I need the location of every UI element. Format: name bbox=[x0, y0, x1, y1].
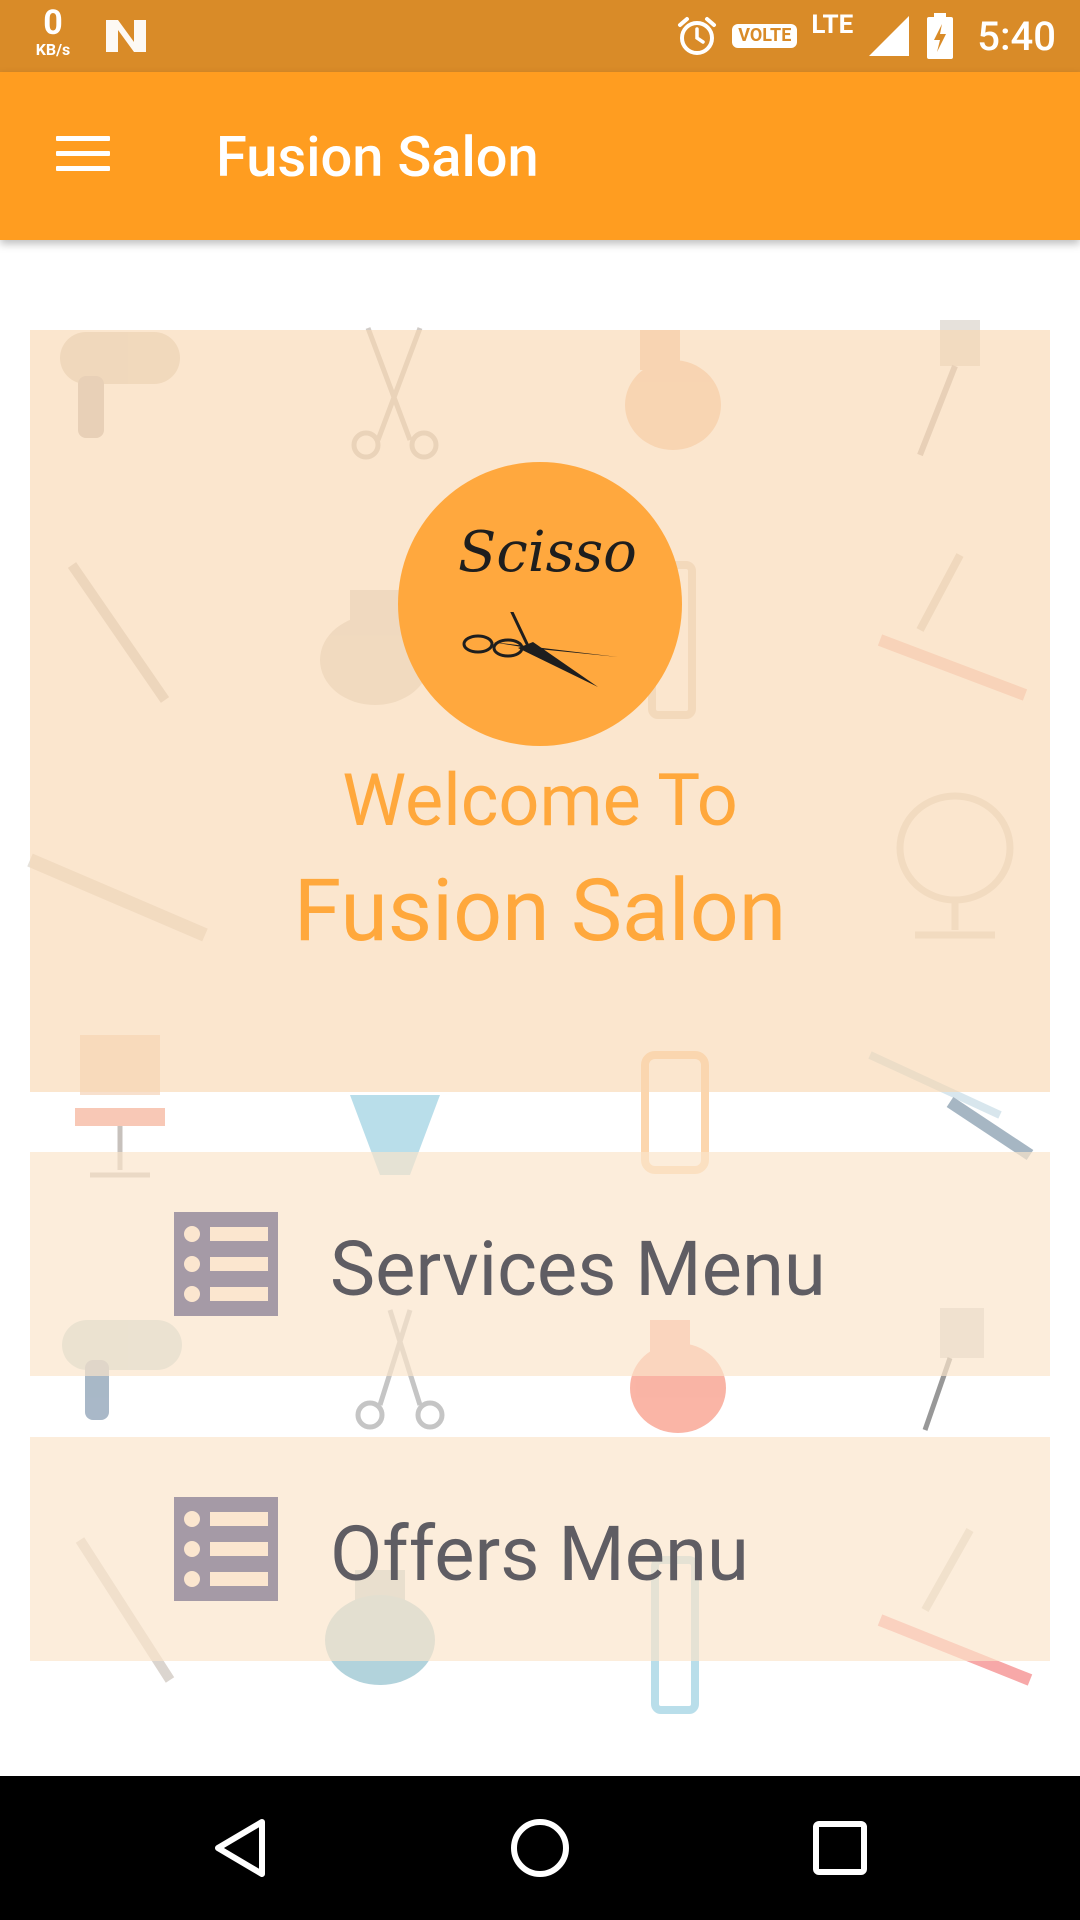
battery-charging-icon bbox=[927, 13, 954, 59]
net-speed-unit: KB/s bbox=[35, 40, 71, 59]
app-bar: Fusion Salon bbox=[0, 72, 1080, 240]
net-speed: 0 KB/s bbox=[28, 6, 78, 58]
network-type: LTE bbox=[811, 10, 854, 40]
welcome-hero: Scisso Welcome To Fusion Salon bbox=[30, 330, 1050, 1092]
logo-text: Scisso bbox=[458, 520, 637, 585]
net-speed-value: 0 bbox=[43, 3, 63, 43]
list-icon bbox=[174, 1212, 278, 1316]
offers-menu-button[interactable]: Offers Menu bbox=[30, 1437, 1050, 1661]
hamburger-menu-icon[interactable] bbox=[50, 124, 116, 184]
signal-icon bbox=[869, 16, 910, 56]
scissors-icon bbox=[462, 612, 618, 687]
volte-badge: VOLTE bbox=[732, 24, 798, 48]
offers-menu-label: Offers Menu bbox=[330, 1509, 749, 1599]
welcome-text: Welcome To bbox=[342, 758, 738, 843]
back-icon[interactable] bbox=[206, 1812, 278, 1884]
status-bar: 0 KB/s VOLTE LTE 5:40 bbox=[0, 0, 1080, 72]
services-menu-label: Services Menu bbox=[330, 1224, 826, 1314]
n-notification-icon bbox=[106, 20, 146, 52]
system-nav-bar bbox=[0, 1776, 1080, 1920]
app-title: Fusion Salon bbox=[216, 124, 539, 190]
home-icon[interactable] bbox=[504, 1812, 576, 1884]
salon-name: Fusion Salon bbox=[293, 860, 787, 961]
main-content: Scisso Welcome To Fusion Salon Services … bbox=[0, 240, 1080, 1776]
salon-logo: Scisso bbox=[398, 462, 682, 746]
alarm-icon bbox=[678, 17, 717, 55]
list-icon bbox=[174, 1497, 278, 1601]
clock: 5:40 bbox=[977, 12, 1056, 60]
recents-icon[interactable] bbox=[804, 1812, 876, 1884]
services-menu-button[interactable]: Services Menu bbox=[30, 1152, 1050, 1376]
